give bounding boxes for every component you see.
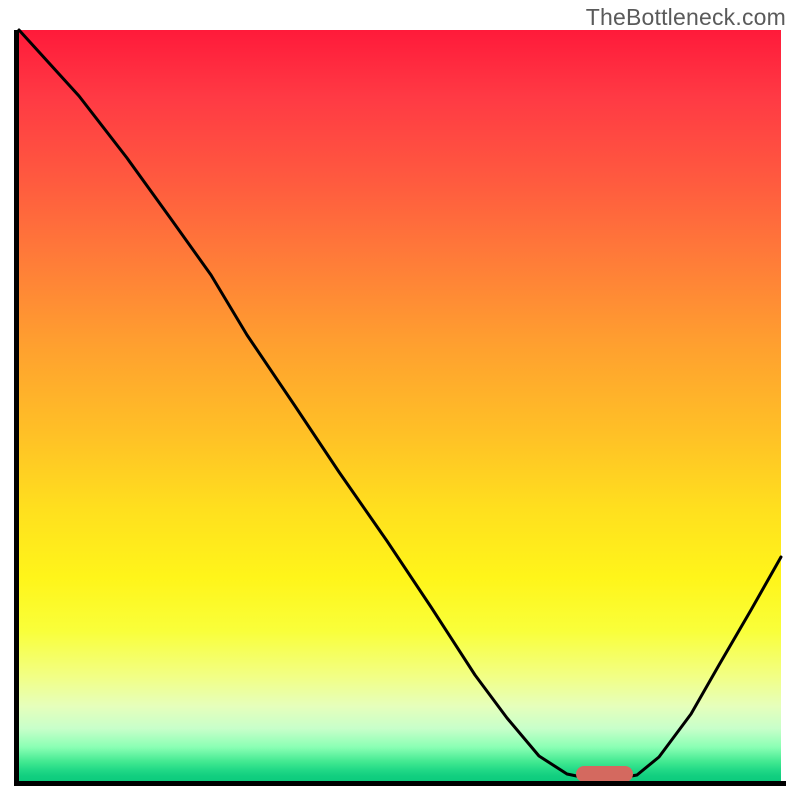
optimal-range-marker (576, 766, 633, 782)
curve-polyline (19, 30, 781, 779)
chart-frame (14, 30, 786, 786)
plot-area (19, 30, 781, 781)
bottleneck-curve (19, 30, 781, 781)
y-axis-line (14, 30, 19, 786)
watermark-text: TheBottleneck.com (586, 4, 786, 31)
x-axis-line (14, 781, 786, 786)
chart-stage: TheBottleneck.com (0, 0, 800, 800)
